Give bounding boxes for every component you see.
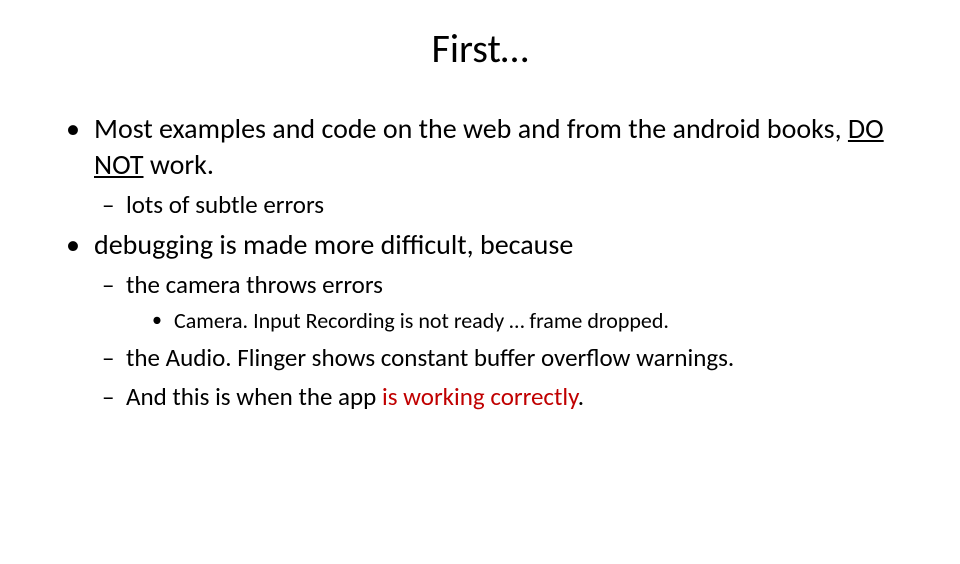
bullet-level2: the Audio. Flinger shows constant buffer… (56, 342, 904, 375)
bullet-level3: Camera. Input Recording is not ready … f… (56, 307, 904, 336)
bullet-level1: debugging is made more difficult, becaus… (56, 227, 904, 263)
text: work. (144, 147, 214, 182)
text: the camera throws errors (126, 269, 383, 300)
text: Most examples and code on the web and fr… (94, 111, 848, 146)
text: . (578, 381, 584, 412)
text: And this is when the app (126, 381, 382, 412)
text: the Audio. Flinger shows constant buffer… (126, 342, 734, 373)
text: Camera. Input Recording is not ready … f… (174, 307, 669, 334)
bullet-level2: the camera throws errors (56, 269, 904, 302)
text: debugging is made more difficult, becaus… (94, 227, 573, 262)
bullet-level2: And this is when the app is working corr… (56, 381, 904, 414)
slide-title: First… (0, 24, 960, 73)
text-emphasis-red: is working correctly (382, 381, 578, 412)
text: lots of subtle errors (126, 189, 324, 220)
slide-body: Most examples and code on the web and fr… (0, 111, 960, 413)
bullet-level1: Most examples and code on the web and fr… (56, 111, 904, 183)
bullet-level2: lots of subtle errors (56, 189, 904, 222)
